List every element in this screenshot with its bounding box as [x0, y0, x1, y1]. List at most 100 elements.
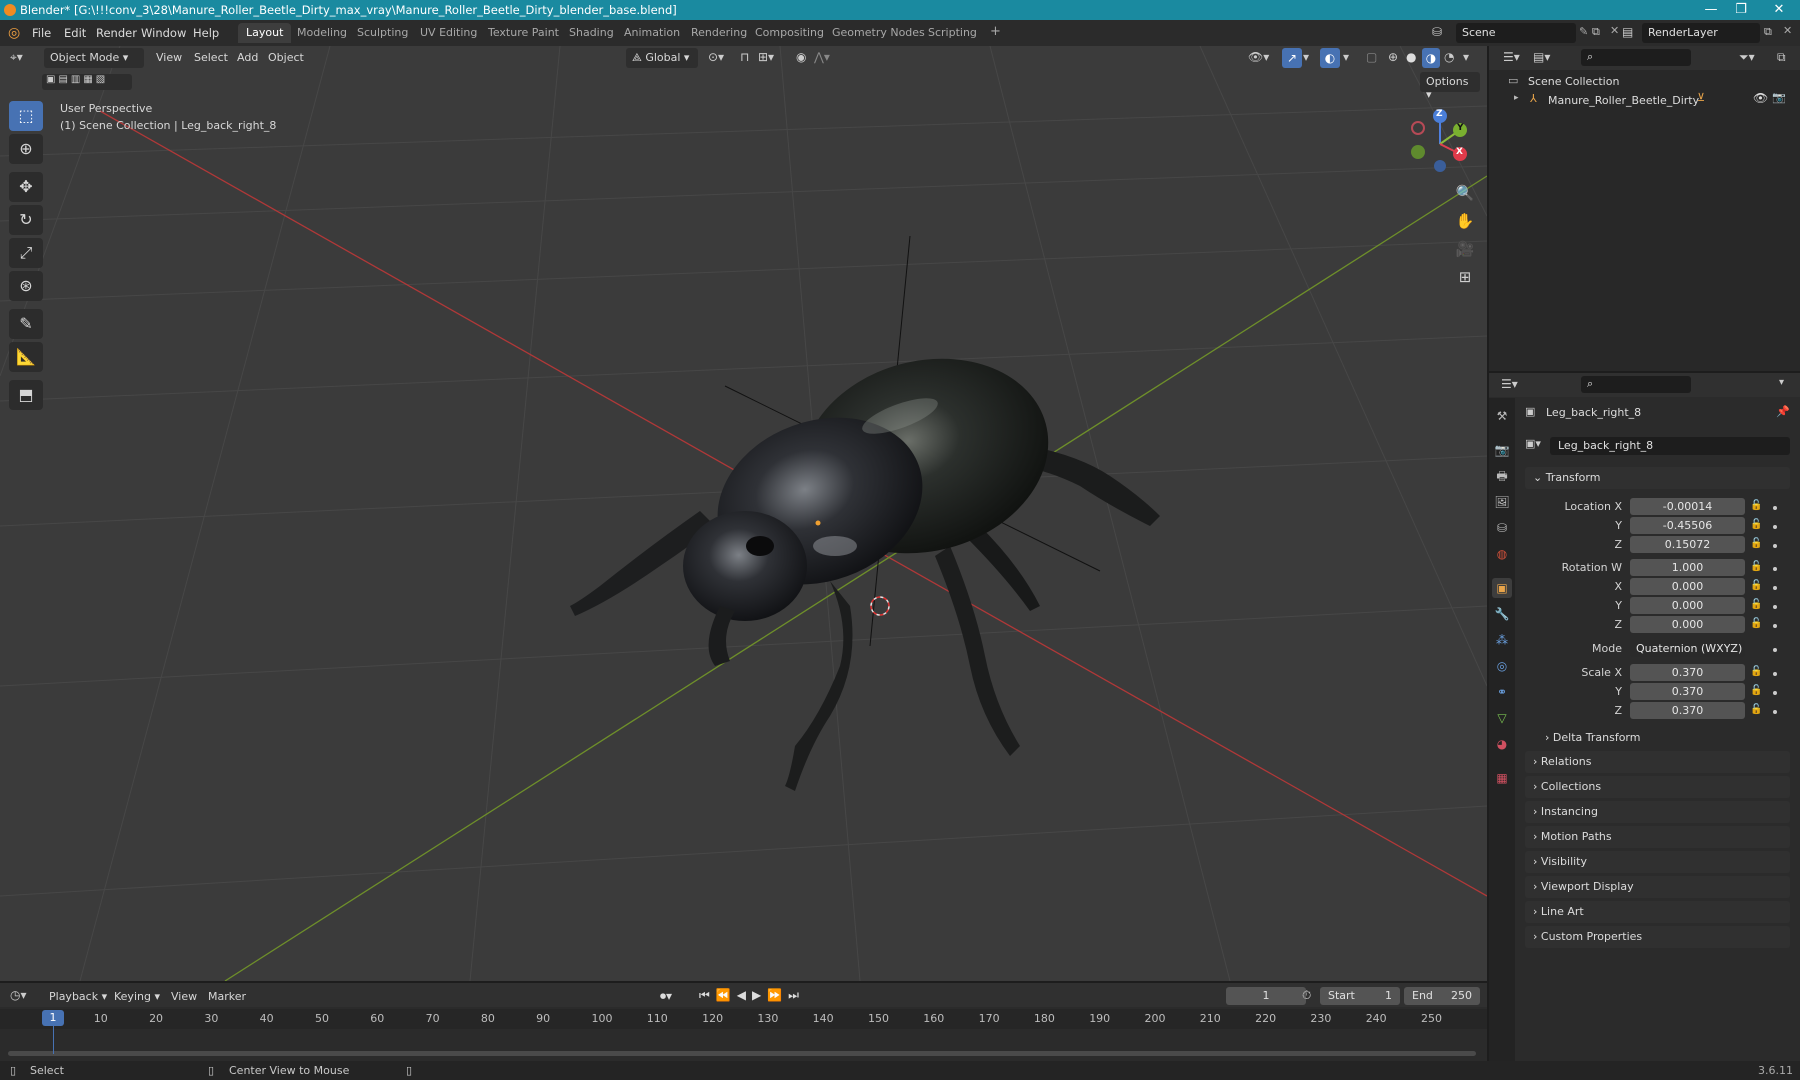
add-cube-tool[interactable]: ⬒: [9, 380, 43, 410]
tab-animation[interactable]: Animation: [616, 23, 688, 43]
tab-compositing[interactable]: Compositing: [747, 23, 832, 43]
view-menu[interactable]: View: [156, 51, 182, 64]
keyframe-dot[interactable]: [1773, 525, 1777, 529]
select-menu[interactable]: Select: [194, 51, 228, 64]
collections-panel-header[interactable]: › Collections: [1525, 776, 1790, 798]
tab-geometry-nodes[interactable]: Geometry Nodes: [824, 23, 933, 43]
tab-texture-paint[interactable]: Texture Paint: [480, 23, 567, 43]
outliner-search-input[interactable]: ⌕: [1581, 49, 1691, 66]
expand-arrow-icon[interactable]: ▸: [1514, 93, 1519, 103]
rotation-x-field[interactable]: 0.000: [1630, 578, 1745, 595]
record-icon[interactable]: ⏺▾: [660, 989, 672, 1004]
instancing-panel-header[interactable]: › Instancing: [1525, 801, 1790, 823]
overlay-dropdown-icon[interactable]: ▾: [1343, 50, 1349, 64]
outliner-editor-icon[interactable]: ☰▾: [1503, 50, 1520, 64]
keyframe-dot[interactable]: [1773, 624, 1777, 628]
scene-selector[interactable]: Scene: [1456, 23, 1576, 43]
timeline-scrollbar[interactable]: [8, 1051, 1476, 1056]
playback-controls[interactable]: ⏮⏪◀▶⏩⏭: [699, 988, 805, 1003]
line-art-panel-header[interactable]: › Line Art: [1525, 901, 1790, 923]
tab-shading[interactable]: Shading: [561, 23, 622, 43]
rotation-z-field[interactable]: 0.000: [1630, 616, 1745, 633]
relations-panel-header[interactable]: › Relations: [1525, 751, 1790, 773]
filter-icon[interactable]: ⏷▾: [1739, 50, 1755, 65]
perspective-toggle-icon[interactable]: ⊞: [1452, 264, 1478, 290]
scale-z-field[interactable]: 0.370: [1630, 702, 1745, 719]
blender-menu-icon[interactable]: ◎: [8, 25, 20, 41]
menu-render[interactable]: Render: [96, 26, 137, 40]
falloff-icon[interactable]: ⋀▾: [814, 50, 830, 64]
scene-icon[interactable]: ⛁: [1432, 25, 1442, 39]
rotation-y-field[interactable]: 0.000: [1630, 597, 1745, 614]
solid-shading-icon[interactable]: ●: [1406, 50, 1416, 64]
select-box-tool[interactable]: ⬚: [9, 101, 43, 131]
menu-help[interactable]: Help: [193, 26, 219, 40]
motion-paths-panel-header[interactable]: › Motion Paths: [1525, 826, 1790, 848]
playback-menu[interactable]: Playback ▾: [49, 990, 107, 1003]
keyframe-dot[interactable]: [1773, 691, 1777, 695]
tool-tab-icon[interactable]: ⚒: [1492, 406, 1512, 426]
rendered-shading-icon[interactable]: ◔: [1444, 50, 1454, 64]
gizmo-toggle-icon[interactable]: ↗: [1282, 48, 1302, 68]
scene-collection-label[interactable]: Scene Collection: [1528, 75, 1619, 88]
maximize-button[interactable]: ❐: [1726, 1, 1756, 19]
object-data-icon[interactable]: ▣▾: [1525, 437, 1541, 450]
marker-menu[interactable]: Marker: [208, 990, 246, 1003]
delete-view-layer-icon[interactable]: ✕: [1783, 24, 1792, 37]
xray-icon[interactable]: ▢: [1366, 50, 1377, 64]
object-menu[interactable]: Object: [268, 51, 304, 64]
lock-icon[interactable]: 🔓: [1750, 685, 1762, 696]
gizmo-dropdown-icon[interactable]: ▾: [1303, 50, 1309, 64]
tab-uv-editing[interactable]: UV Editing: [412, 23, 485, 43]
object-name-field[interactable]: Leg_back_right_8: [1550, 437, 1790, 455]
timeline-view-menu[interactable]: View: [171, 990, 197, 1003]
visibility-icon[interactable]: 👁▾: [1248, 50, 1269, 64]
measure-tool[interactable]: 📐: [9, 342, 43, 372]
view-layer-icon[interactable]: ▤: [1622, 25, 1633, 39]
annotate-tool[interactable]: ✎: [9, 309, 43, 339]
overlay-toggle-icon[interactable]: ◐: [1320, 48, 1340, 68]
eye-visibility-icon[interactable]: 👁: [1753, 91, 1768, 105]
tab-rendering[interactable]: Rendering: [683, 23, 755, 43]
pin-icon[interactable]: ✎: [1579, 25, 1588, 38]
scale-y-field[interactable]: 0.370: [1630, 683, 1745, 700]
minimize-button[interactable]: —: [1696, 1, 1726, 19]
material-tab-icon[interactable]: ◕: [1492, 734, 1512, 754]
lock-icon[interactable]: 🔓: [1750, 599, 1762, 610]
keyframe-dot[interactable]: [1773, 710, 1777, 714]
keyframe-dot[interactable]: [1773, 544, 1777, 548]
camera-view-icon[interactable]: 🎥: [1452, 236, 1478, 262]
move-tool[interactable]: ✥: [9, 172, 43, 202]
modifier-tab-icon[interactable]: 🔧: [1492, 604, 1512, 624]
properties-search-input[interactable]: ⌕: [1581, 376, 1691, 393]
custom-properties-panel-header[interactable]: › Custom Properties: [1525, 926, 1790, 948]
pin-object-icon[interactable]: 📌: [1776, 405, 1790, 418]
lock-icon[interactable]: 🔓: [1750, 580, 1762, 591]
output-tab-icon[interactable]: 🖶: [1492, 466, 1512, 486]
keyframe-dot[interactable]: [1773, 506, 1777, 510]
playhead-frame-badge[interactable]: 1: [42, 1010, 64, 1026]
lock-icon[interactable]: 🔓: [1750, 500, 1762, 511]
current-frame-field[interactable]: 1: [1226, 987, 1306, 1005]
keyframe-dot[interactable]: [1773, 567, 1777, 571]
stopwatch-icon[interactable]: ⏱: [1302, 988, 1311, 1003]
tab-sculpting[interactable]: Sculpting: [349, 23, 416, 43]
object-tab-icon[interactable]: ▣: [1492, 578, 1512, 598]
close-button[interactable]: ✕: [1764, 1, 1794, 19]
data-tab-icon[interactable]: ▽: [1492, 708, 1512, 728]
menu-edit[interactable]: Edit: [64, 26, 86, 40]
rotation-mode-selector[interactable]: Quaternion (WXYZ) ⌄: [1630, 640, 1745, 672]
keyframe-dot[interactable]: [1773, 605, 1777, 609]
zoom-icon[interactable]: 🔍: [1452, 180, 1478, 206]
rotation-w-field[interactable]: 1.000: [1630, 559, 1745, 576]
proportional-edit-icon[interactable]: ◉: [796, 50, 806, 64]
lock-icon[interactable]: 🔓: [1750, 519, 1762, 530]
wireframe-shading-icon[interactable]: ⊕: [1388, 50, 1398, 64]
scene-tab-icon[interactable]: ⛁: [1492, 518, 1512, 538]
editor-type-icon[interactable]: ⌖▾: [10, 50, 23, 65]
location-x-field[interactable]: -0.00014: [1630, 498, 1745, 515]
add-menu[interactable]: Add: [237, 51, 258, 64]
cursor-tool[interactable]: ⊕: [9, 134, 43, 164]
lock-icon[interactable]: 🔓: [1750, 618, 1762, 629]
add-workspace-button[interactable]: +: [982, 23, 1009, 43]
